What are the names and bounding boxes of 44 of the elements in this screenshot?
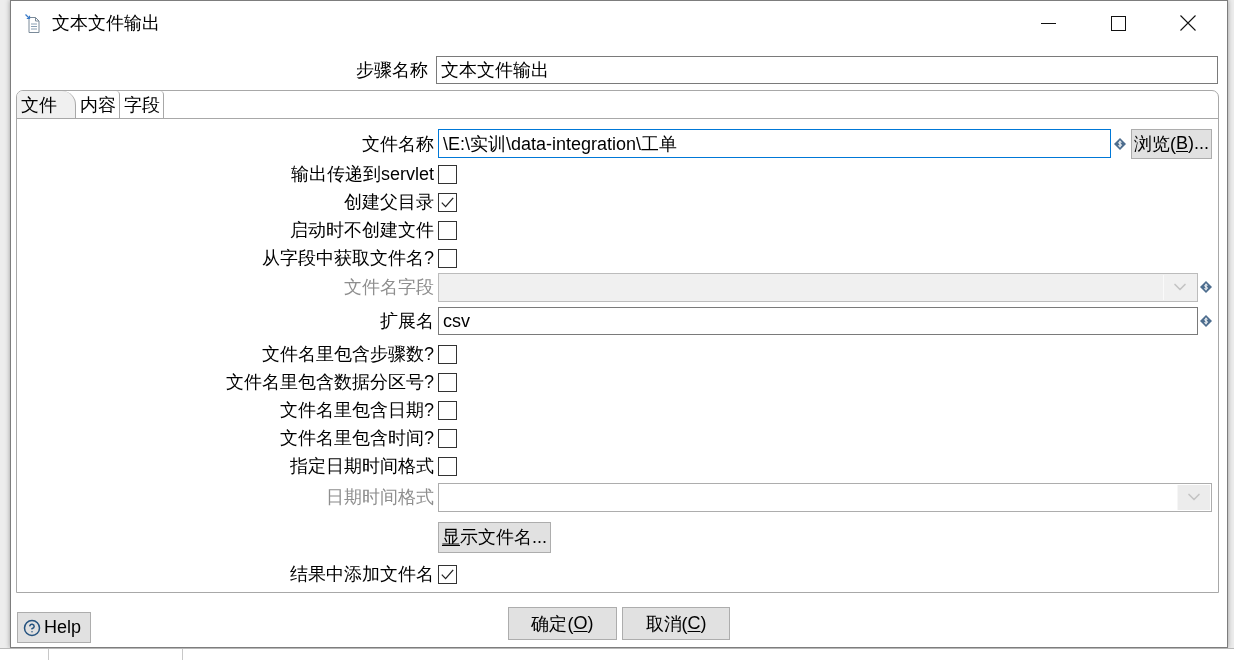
checkbox[interactable] bbox=[438, 400, 457, 420]
step-name-field[interactable]: 文本文件输出 bbox=[436, 56, 1218, 84]
maximize-icon bbox=[1110, 15, 1126, 31]
help-button[interactable]: Help bbox=[17, 612, 91, 643]
dropdown-field[interactable] bbox=[438, 272, 1198, 302]
field-label: 文件名字段 bbox=[344, 276, 434, 299]
field-label: 启动时不创建文件 bbox=[290, 219, 434, 242]
field-label: 文件名里包含时间? bbox=[280, 427, 434, 450]
field-label: 文件名称 bbox=[362, 132, 434, 156]
window-title: 文本文件输出 bbox=[52, 12, 161, 35]
field-label: 文件名里包含数据分区号? bbox=[226, 371, 434, 394]
field-label: 指定日期时间格式 bbox=[290, 455, 434, 478]
checkbox[interactable] bbox=[438, 372, 457, 392]
field-label: 结果中添加文件名 bbox=[290, 563, 434, 586]
minimize-icon bbox=[1040, 22, 1056, 24]
checkbox[interactable] bbox=[438, 192, 457, 212]
checkbox[interactable] bbox=[438, 564, 457, 584]
field-label: 日期时间格式 bbox=[326, 486, 434, 509]
document-icon bbox=[25, 13, 40, 33]
checkbox[interactable] bbox=[438, 428, 457, 448]
field-label: 从字段中获取文件名? bbox=[262, 247, 434, 270]
help-icon bbox=[23, 618, 41, 637]
checkbox[interactable] bbox=[438, 344, 457, 364]
text-field[interactable]: csv bbox=[438, 307, 1198, 335]
checkbox[interactable] bbox=[438, 164, 457, 184]
checkbox[interactable] bbox=[438, 248, 457, 268]
ok-button[interactable]: 确定(O) bbox=[508, 607, 617, 640]
show-filename-button[interactable]: 显示文件名... bbox=[438, 521, 551, 553]
field-label: 文件名里包含日期? bbox=[280, 399, 434, 422]
checkmark-icon bbox=[441, 568, 454, 580]
checkbox[interactable] bbox=[438, 456, 457, 476]
field-label: 创建父目录 bbox=[344, 191, 434, 214]
field-label: 扩展名 bbox=[380, 310, 434, 333]
dropdown-field[interactable] bbox=[438, 482, 1212, 512]
tab[interactable]: 文件 bbox=[17, 91, 76, 118]
field-label: 文件名里包含步骤数? bbox=[262, 343, 434, 366]
close-icon bbox=[1180, 15, 1196, 31]
cancel-button[interactable]: 取消(C) bbox=[622, 607, 730, 640]
checkbox[interactable] bbox=[438, 220, 457, 240]
browse-button[interactable]: 浏览(B)... bbox=[1131, 128, 1212, 159]
file-path-field[interactable]: \E:\实训\data-integration\工单 bbox=[438, 129, 1111, 158]
field-label: 输出传递到servlet bbox=[291, 163, 434, 186]
checkmark-icon bbox=[441, 196, 454, 208]
field-label: 步骤名称 bbox=[356, 59, 428, 82]
